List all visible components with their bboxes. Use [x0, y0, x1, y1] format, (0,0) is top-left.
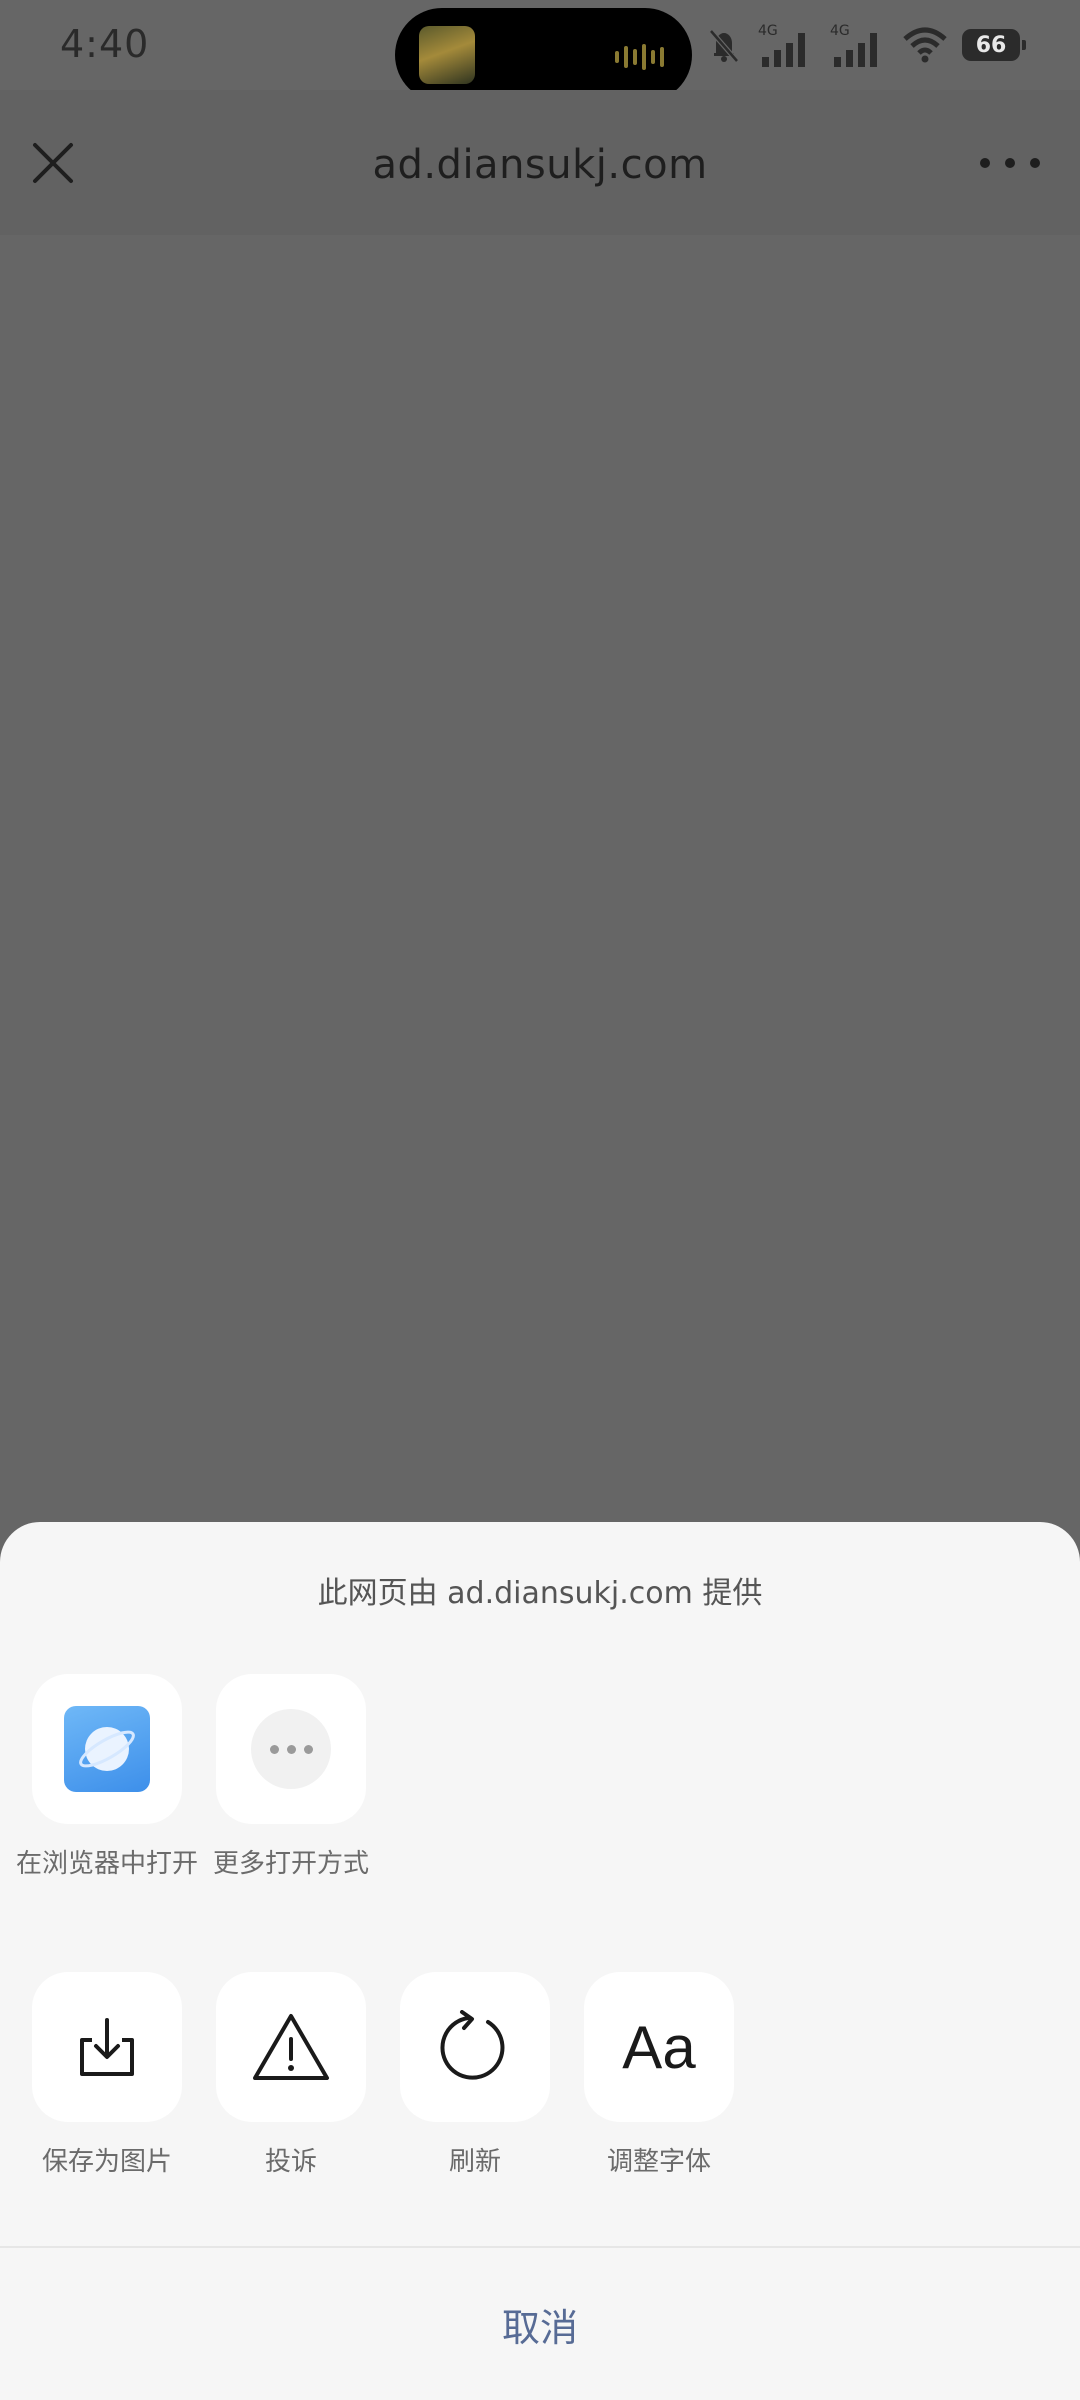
adjust-font-button[interactable]: Aa — [584, 1972, 734, 2122]
media-thumbnail — [419, 26, 475, 84]
battery-icon: 66 — [962, 29, 1026, 61]
dynamic-island[interactable] — [395, 8, 692, 102]
audio-wave-icon — [615, 44, 664, 70]
screen: 4:40 4G 4G 66 ad.diansukj.com 此网页由 ad.di… — [0, 0, 1080, 2400]
battery-level: 66 — [975, 32, 1007, 58]
more-open-options-button[interactable] — [216, 1674, 366, 1824]
open-in-browser-label: 在浏览器中打开 — [15, 1849, 198, 1879]
status-time: 4:40 — [60, 22, 150, 66]
more-menu-button[interactable] — [980, 148, 1040, 178]
refresh-label: 刷新 — [448, 2147, 501, 2177]
adjust-font-label: 调整字体 — [606, 2147, 711, 2177]
close-icon — [33, 143, 73, 183]
save-as-image-label: 保存为图片 — [41, 2147, 172, 2177]
sheet-caption: 此网页由 ad.diansukj.com 提供 — [317, 1576, 763, 1611]
more-open-options-label: 更多打开方式 — [212, 1849, 369, 1879]
cellular-signal-icon: 4G — [758, 23, 805, 67]
cancel-button[interactable]: 取消 — [0, 2248, 1080, 2400]
more-dots-icon — [251, 1709, 331, 1789]
open-in-browser-button[interactable] — [32, 1674, 182, 1824]
status-icons: 4G 4G 66 — [704, 22, 1026, 68]
browser-planet-icon — [64, 1706, 150, 1792]
save-as-image-button[interactable] — [32, 1972, 182, 2122]
network-type-1: 4G — [758, 23, 778, 39]
network-type-2: 4G — [830, 23, 850, 39]
report-button[interactable] — [216, 1972, 366, 2122]
font-size-icon: Aa — [622, 2013, 696, 2081]
title-bar: ad.diansukj.com — [0, 90, 1080, 235]
cellular-signal-icon-2: 4G — [830, 23, 877, 67]
refresh-button[interactable] — [400, 1972, 550, 2122]
save-download-icon — [80, 2018, 134, 2076]
warning-triangle-icon — [253, 2014, 329, 2080]
page-title: ad.diansukj.com — [372, 142, 708, 188]
more-dot — [1030, 158, 1040, 168]
bell-muted-icon — [709, 29, 739, 63]
status-bar: 4:40 4G 4G 66 — [0, 0, 1080, 102]
wifi-icon — [903, 27, 947, 63]
action-sheet: 此网页由 ad.diansukj.com 提供 在浏览器中打开 更多打开方式 保… — [0, 1522, 1080, 2400]
more-dot — [980, 158, 990, 168]
refresh-icon — [440, 2010, 505, 2080]
report-label: 投诉 — [264, 2147, 317, 2177]
close-button[interactable] — [30, 140, 76, 186]
more-dot — [1005, 158, 1015, 168]
